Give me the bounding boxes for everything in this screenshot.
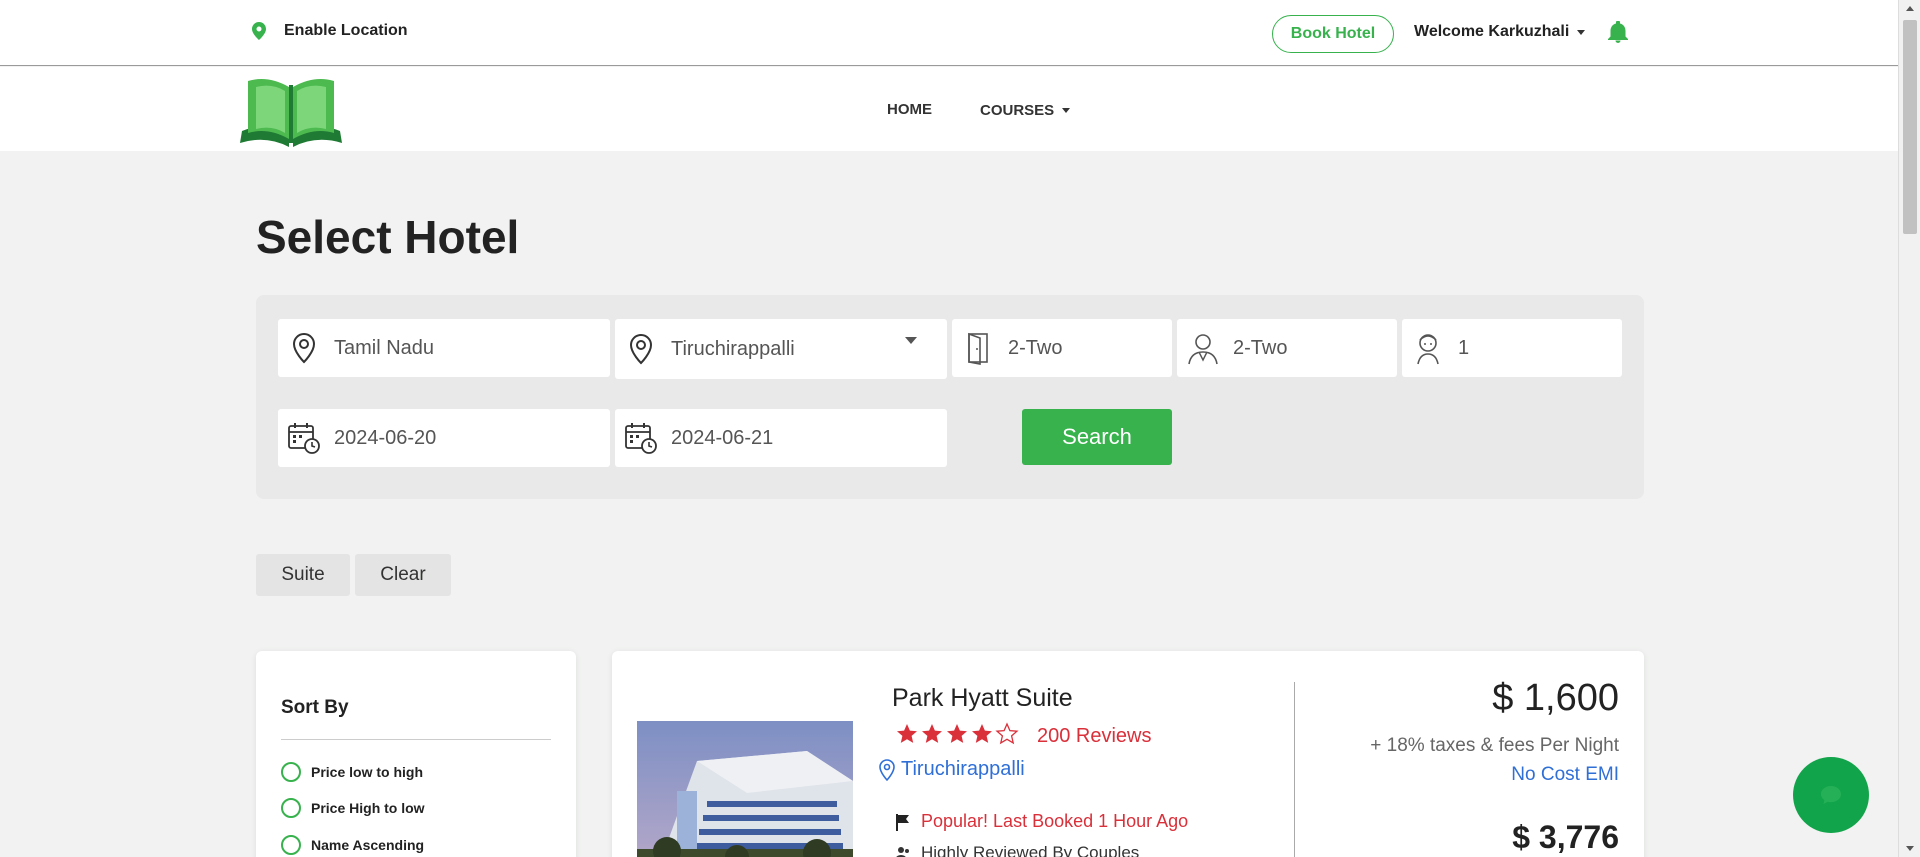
page-scrollbar[interactable] [1898,0,1920,857]
sort-option-price-low-high[interactable]: Price low to high [281,762,423,782]
rooms-value: 2-Two [1008,336,1063,359]
user-menu[interactable]: Welcome Karkuzhali [1414,23,1586,41]
sort-option-label: Name Ascending [311,837,425,853]
popular-notice: Popular! Last Booked 1 Hour Ago [895,811,1188,832]
hotel-name[interactable]: Park Hyatt Suite [892,684,1073,713]
star-filled-icon [897,724,917,743]
radio-button[interactable] [281,762,301,782]
enable-location-label: Enable Location [284,22,408,39]
hotel-image[interactable] [637,721,853,857]
star-filled-icon [972,724,992,743]
scroll-down-arrow-icon[interactable] [1906,846,1914,851]
highly-reviewed-notice: Highly Reviewed By Couples [895,843,1139,857]
no-cost-emi-link[interactable]: No Cost EMI [1511,764,1619,786]
map-pin-icon [629,333,653,365]
taxes-note: + 18% taxes & fees Per Night [1370,735,1619,756]
page-title: Select Hotel [256,211,520,263]
nav-courses[interactable]: COURSES [980,102,1071,119]
flag-icon [896,813,909,831]
door-icon [968,332,988,365]
sort-panel: Sort By Price low to high Price High to … [256,651,576,857]
popular-text: Popular! Last Booked 1 Hour Ago [921,811,1189,831]
adults-field[interactable]: 2-Two [1177,319,1397,377]
hotel-card[interactable]: Park Hyatt Suite 200 Reviews Tiruchirapp… [612,651,1644,857]
chat-button[interactable] [1793,757,1869,833]
hotel-city: Tiruchirappalli [901,758,1025,780]
nav-home[interactable]: HOME [887,101,932,118]
sort-option-name-ascending[interactable]: Name Ascending [281,835,424,855]
state-field[interactable]: Tamil Nadu [278,319,610,377]
welcome-label: Welcome Karkuzhali [1414,23,1570,40]
child-icon [1417,334,1439,365]
divider [281,739,551,740]
search-panel: Tamil Nadu Tiruchirappalli 2-Two 2-Two 1… [256,295,1644,499]
bell-icon[interactable] [1608,21,1628,43]
chevron-down-icon [905,337,917,344]
hotel-price: $ 1,600 [1492,677,1619,719]
children-field[interactable]: 1 [1402,319,1622,377]
map-pin-icon [879,758,895,781]
clear-filters-button[interactable]: Clear [355,554,451,596]
book-hotel-button[interactable]: Book Hotel [1272,15,1394,53]
hotel-total-price: $ 3,776 [1512,819,1619,855]
state-value: Tamil Nadu [334,336,435,359]
nav-courses-label: COURSES [980,102,1055,119]
chat-bubble-icon [1821,786,1841,804]
scroll-thumb[interactable] [1903,20,1917,234]
children-value: 1 [1458,336,1470,359]
city-select[interactable]: Tiruchirappalli [615,319,947,379]
hotel-location-link[interactable]: Tiruchirappalli [877,758,1025,781]
star-rating [895,722,1019,746]
radio-button[interactable] [281,835,301,855]
location-pin-icon [252,22,266,40]
enable-location-link[interactable]: Enable Location [252,22,408,40]
top-bar: Enable Location Book Hotel Welcome Karku… [0,0,1898,66]
chevron-down-icon [1577,29,1586,35]
users-icon [896,847,909,857]
checkout-date-value: 2024-06-21 [671,426,774,449]
sort-option-label: Price low to high [311,764,424,780]
hotel-building-image [637,721,853,857]
book-logo[interactable] [238,73,344,147]
star-filled-icon [947,724,967,743]
map-pin-icon [292,332,316,364]
calendar-clock-icon [288,423,320,454]
checkout-date-field[interactable]: 2024-06-21 [615,409,947,467]
filter-chip-suite[interactable]: Suite [256,554,350,596]
radio-button[interactable] [281,798,301,818]
checkin-date-field[interactable]: 2024-06-20 [278,409,610,467]
star-filled-icon [922,724,942,743]
highly-reviewed-text: Highly Reviewed By Couples [921,843,1140,857]
scroll-up-arrow-icon[interactable] [1906,6,1914,11]
chevron-down-icon [1062,108,1071,113]
search-button[interactable]: Search [1022,409,1172,465]
sort-option-label: Price High to low [311,800,425,816]
reviews-link[interactable]: 200 Reviews [1037,725,1152,748]
vertical-divider [1294,682,1295,857]
checkin-date-value: 2024-06-20 [334,426,437,449]
sort-title: Sort By [281,697,349,718]
city-value: Tiruchirappalli [671,337,795,360]
adult-person-icon [1188,334,1218,365]
star-outline-icon [995,722,1019,745]
adults-value: 2-Two [1233,336,1288,359]
main-navbar: HOME COURSES [0,67,1898,151]
calendar-clock-icon [625,423,657,454]
sort-option-price-high-low[interactable]: Price High to low [281,798,425,818]
rooms-field[interactable]: 2-Two [952,319,1172,377]
